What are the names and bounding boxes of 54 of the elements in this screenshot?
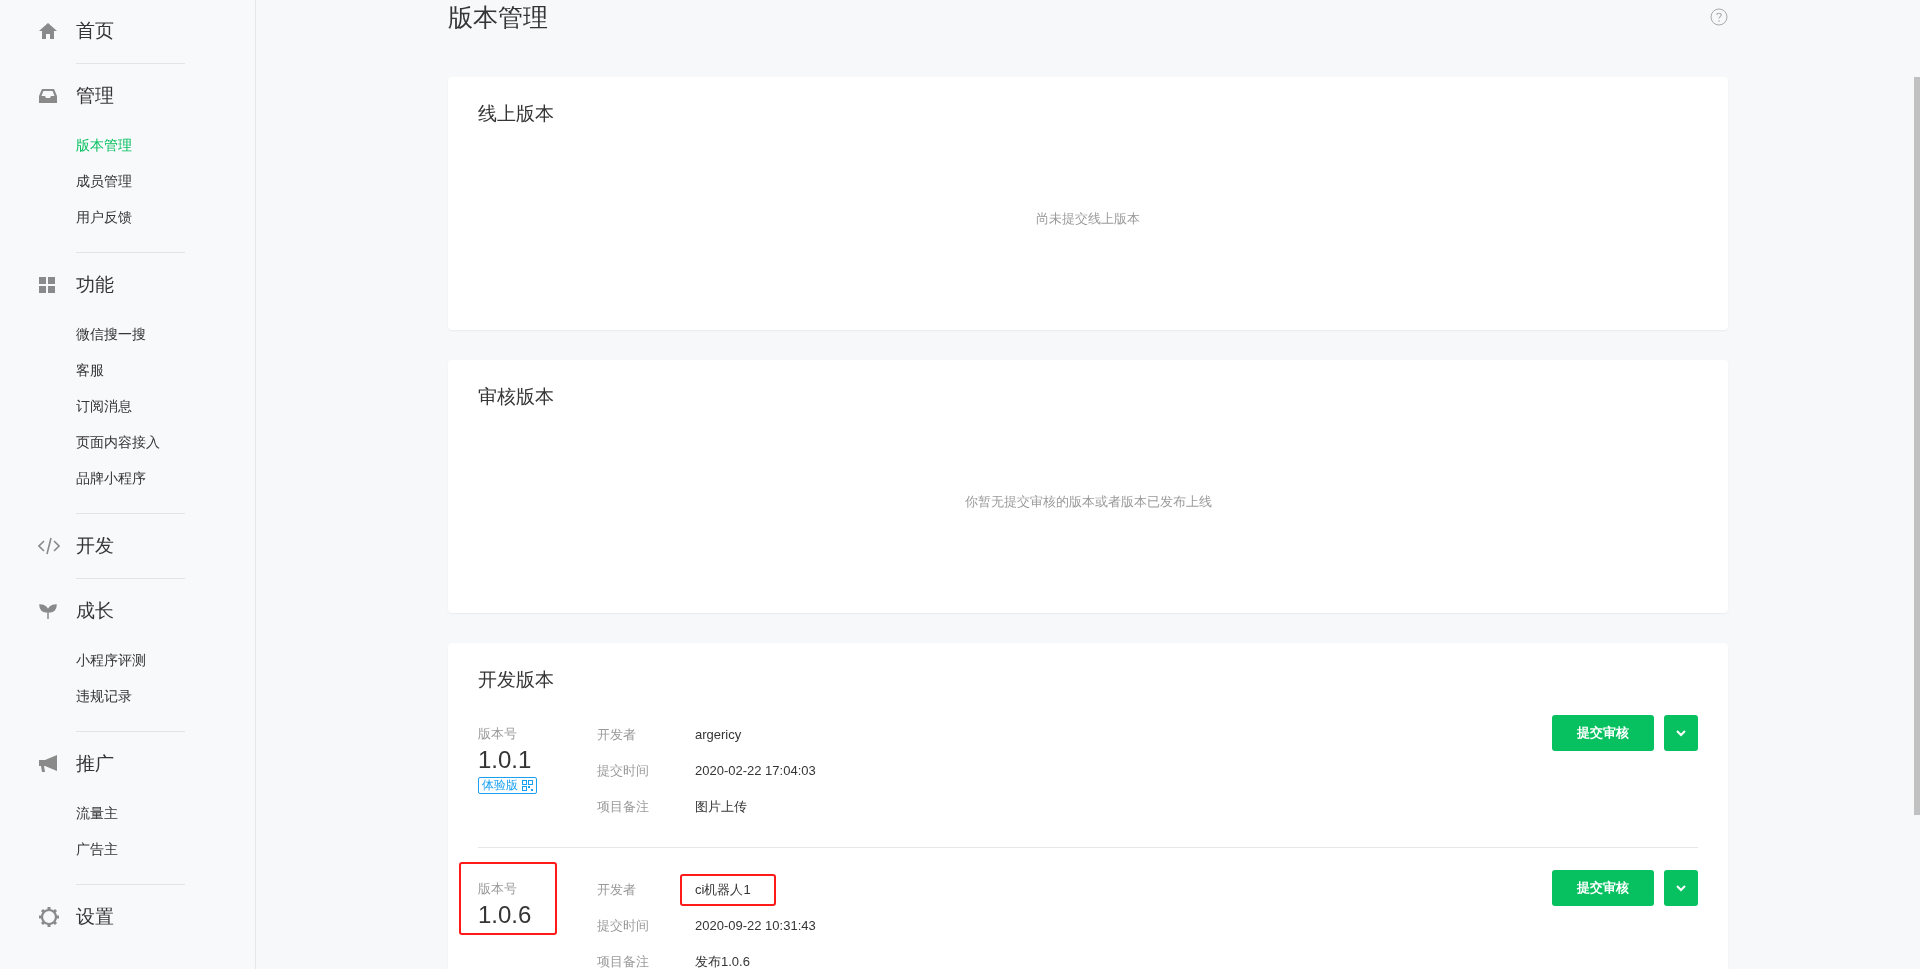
settings-icon bbox=[38, 906, 60, 928]
sidebar-group[interactable]: 设置 bbox=[76, 904, 114, 930]
field-label: 提交时间 bbox=[597, 762, 650, 780]
field-label: 开发者 bbox=[597, 881, 637, 899]
field-label: 项目备注 bbox=[597, 953, 650, 969]
qr-code-icon bbox=[522, 780, 533, 791]
dropdown-button[interactable] bbox=[1664, 870, 1698, 906]
sidebar-group[interactable]: 首页 bbox=[76, 18, 114, 44]
field-value: 2020-02-22 17:04:03 bbox=[695, 762, 816, 780]
field-value: 发布1.0.6 bbox=[695, 953, 750, 969]
version-label: 版本号 bbox=[478, 725, 517, 743]
field-label: 开发者 bbox=[597, 726, 637, 744]
sidebar-item[interactable]: 微信搜一搜 bbox=[76, 316, 255, 352]
sidebar-item[interactable]: 用户反馈 bbox=[76, 199, 255, 235]
code-icon bbox=[38, 537, 60, 555]
home-icon bbox=[38, 21, 58, 41]
sidebar-group[interactable]: 推广 bbox=[76, 751, 114, 777]
field-value: 2020-09-22 10:31:43 bbox=[695, 917, 816, 935]
version-label: 版本号 bbox=[478, 880, 517, 898]
field-value: 图片上传 bbox=[695, 798, 747, 816]
sidebar-group[interactable]: 功能 bbox=[76, 272, 114, 298]
grid-icon bbox=[38, 276, 56, 294]
version-number: 1.0.1 bbox=[478, 745, 532, 775]
inbox-icon bbox=[38, 86, 58, 106]
dropdown-button[interactable] bbox=[1664, 715, 1698, 751]
sidebar-item[interactable]: 品牌小程序 bbox=[76, 460, 255, 496]
sprout-icon bbox=[38, 601, 58, 621]
sidebar-item[interactable]: 页面内容接入 bbox=[76, 424, 255, 460]
empty-message: 你暂无提交审核的版本或者版本已发布上线 bbox=[964, 492, 1212, 511]
field-label: 项目备注 bbox=[597, 798, 650, 816]
field-value: argericy bbox=[695, 726, 742, 744]
sidebar-item[interactable]: 订阅消息 bbox=[76, 388, 255, 424]
sidebar-group[interactable]: 开发 bbox=[76, 533, 114, 559]
sidebar-item[interactable]: 成员管理 bbox=[76, 163, 255, 199]
scrollbar-thumb[interactable] bbox=[1914, 77, 1920, 815]
field-label: 提交时间 bbox=[597, 917, 650, 935]
sidebar-item[interactable]: 广告主 bbox=[76, 831, 255, 867]
sidebar-item[interactable]: 违规记录 bbox=[76, 678, 255, 714]
sidebar-item[interactable]: 流量主 bbox=[76, 795, 255, 831]
help-icon[interactable] bbox=[1710, 8, 1728, 26]
sidebar-group[interactable]: 成长 bbox=[76, 598, 114, 624]
caret-down-icon bbox=[1676, 729, 1686, 737]
caret-down-icon bbox=[1676, 884, 1686, 892]
sidebar-group[interactable]: 管理 bbox=[76, 83, 114, 109]
empty-message: 尚未提交线上版本 bbox=[1036, 209, 1140, 228]
megaphone-icon bbox=[38, 754, 60, 774]
sidebar-item[interactable]: 小程序评测 bbox=[76, 642, 255, 678]
field-value: ci机器人1 bbox=[695, 880, 751, 900]
card-title: 线上版本 bbox=[478, 102, 555, 126]
card-title: 开发版本 bbox=[478, 668, 555, 692]
card-title: 审核版本 bbox=[478, 385, 555, 409]
sidebar-item[interactable]: 客服 bbox=[76, 352, 255, 388]
page-title: 版本管理 bbox=[448, 1, 548, 33]
version-number: 1.0.6 bbox=[478, 900, 532, 930]
